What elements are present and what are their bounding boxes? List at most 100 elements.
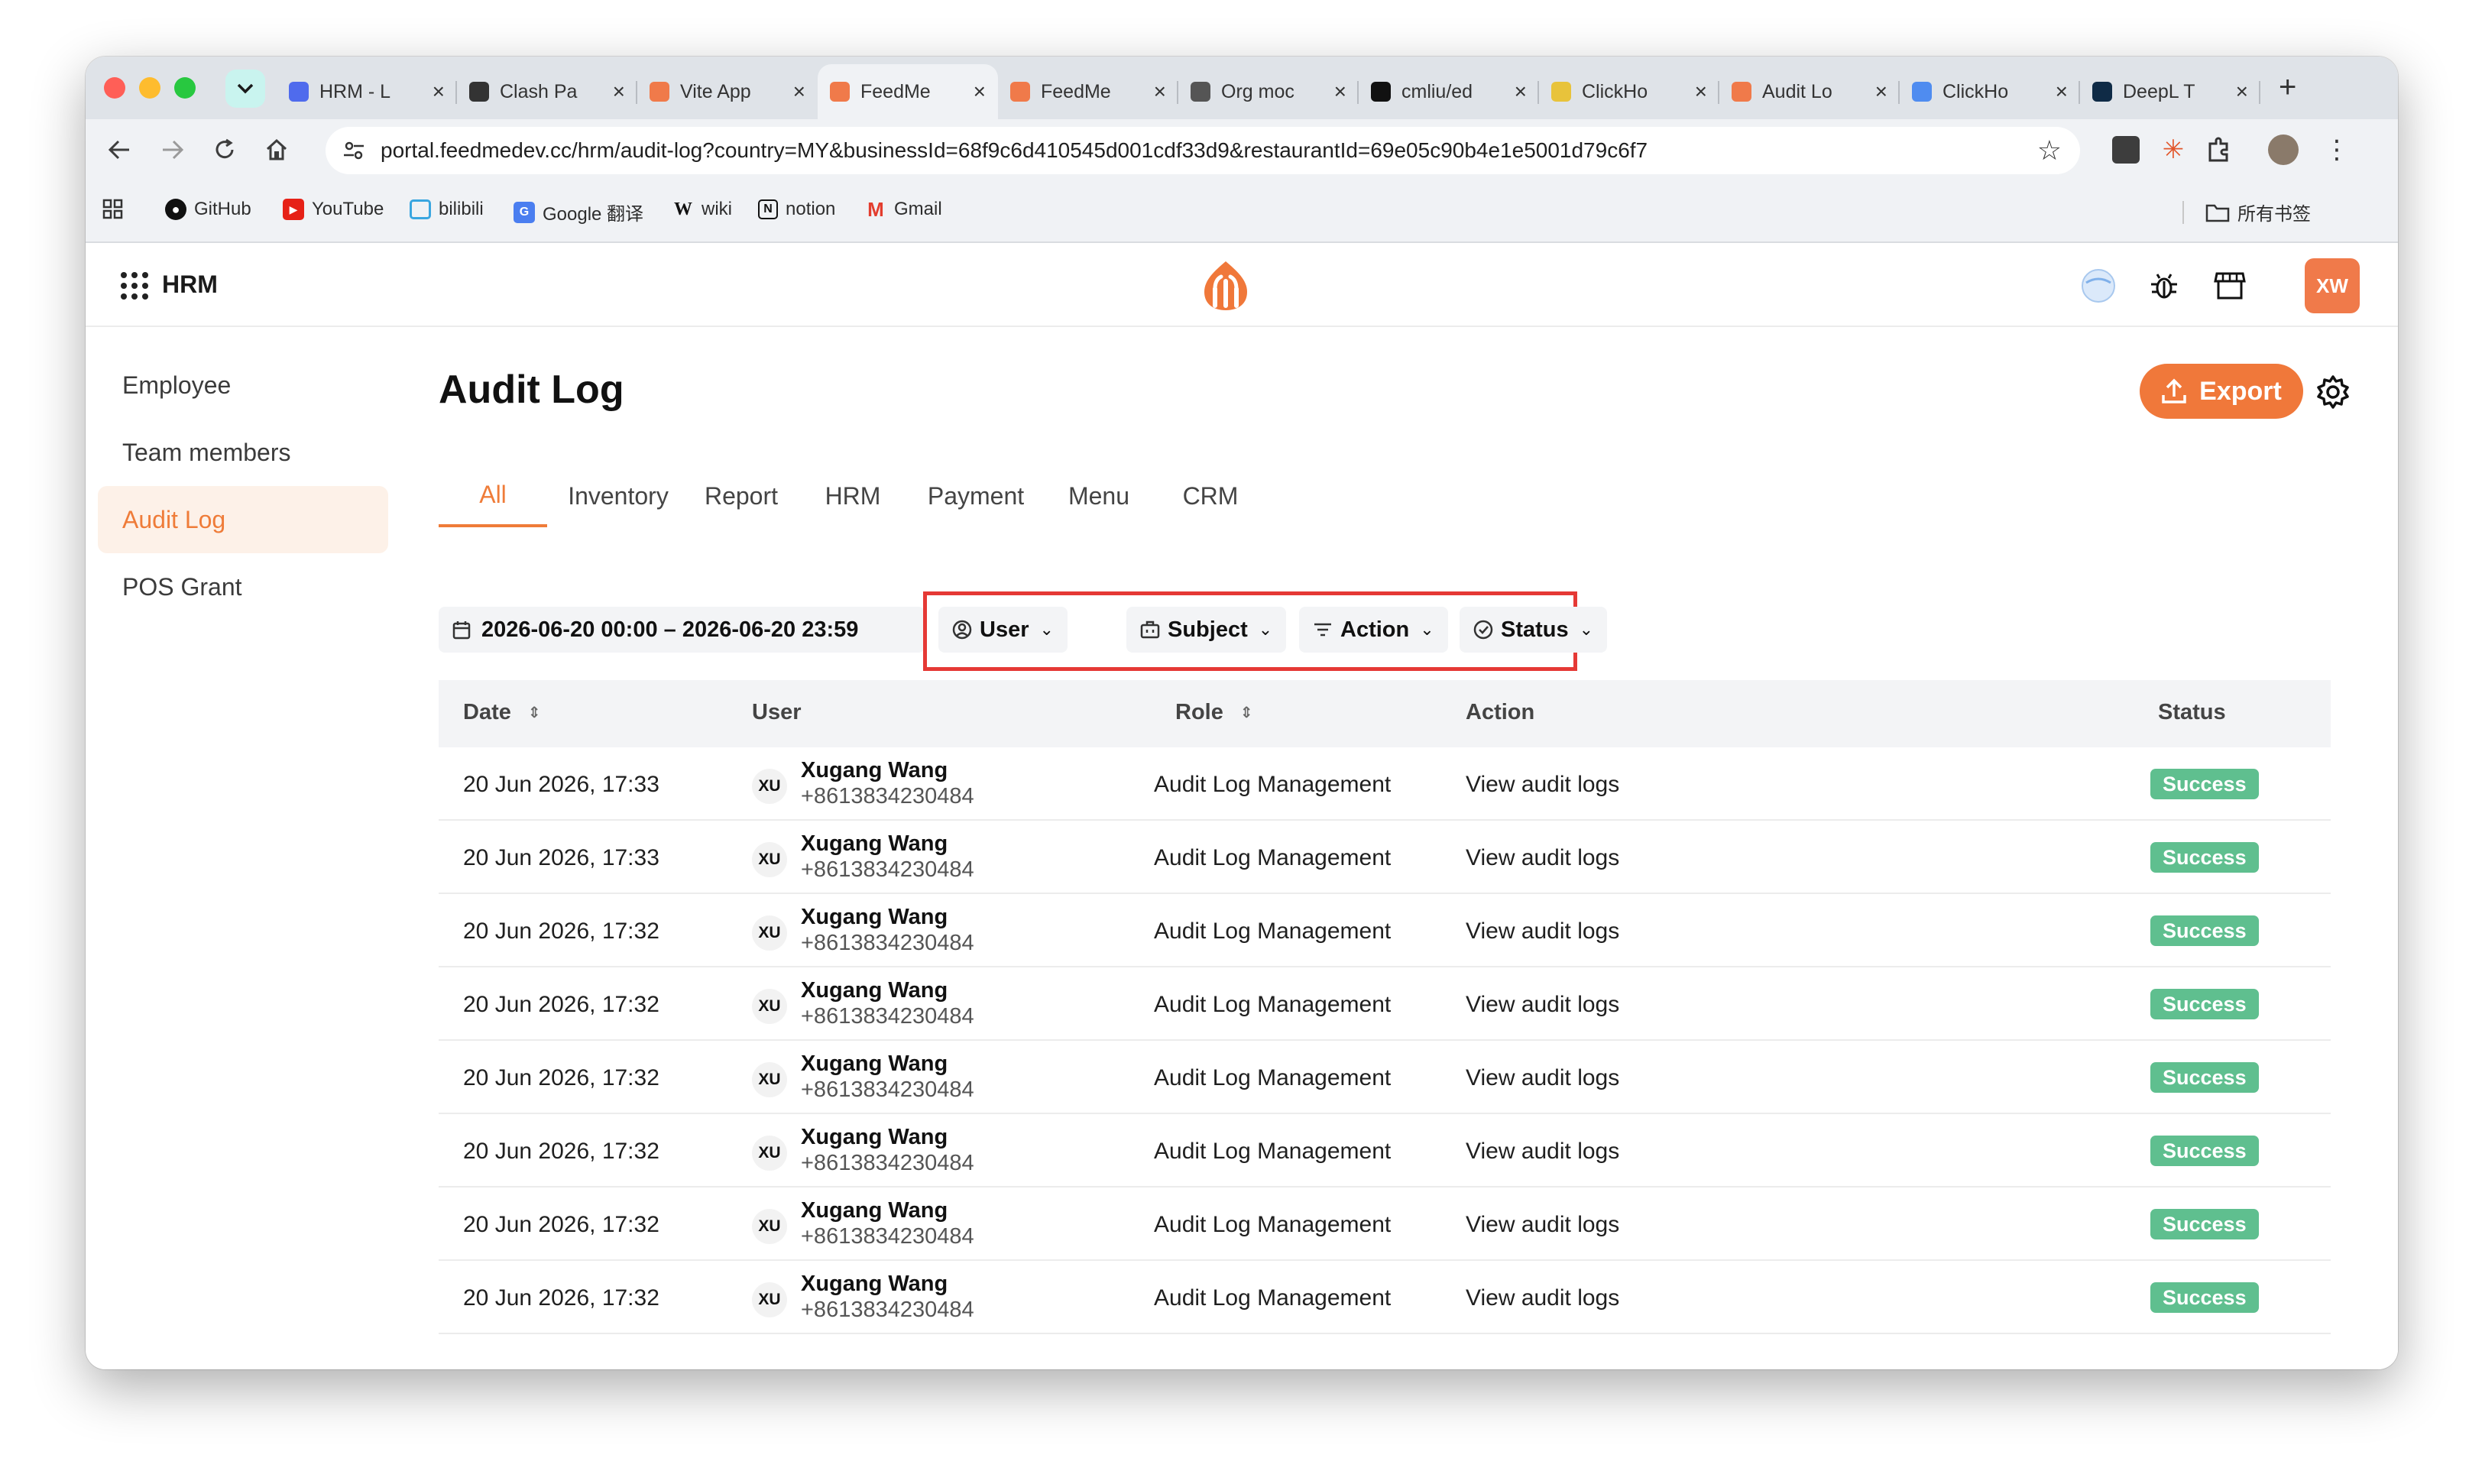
close-tab-icon[interactable]: × bbox=[613, 79, 625, 104]
tab-inventory[interactable]: Inventory bbox=[555, 465, 682, 527]
back-arrow-icon[interactable] bbox=[102, 133, 136, 167]
bookmark-youtube[interactable]: ▶ YouTube bbox=[283, 199, 384, 220]
status-badge: Success bbox=[2150, 989, 2259, 1019]
user-filter-label: User bbox=[980, 617, 1029, 642]
more-menu-icon[interactable]: ⋮ bbox=[2323, 136, 2351, 164]
table-row[interactable]: 20 Jun 2026, 17:32 XU Xugang Wang +86138342… bbox=[439, 1188, 2331, 1261]
table-row[interactable]: 20 Jun 2026, 17:32 XU Xugang Wang +86138342… bbox=[439, 1041, 2331, 1114]
row-user-name: Xugang Wang bbox=[801, 978, 948, 1003]
gear-icon[interactable] bbox=[2315, 374, 2351, 410]
close-tab-icon[interactable]: × bbox=[433, 79, 445, 104]
sidebar-item-pos-grant[interactable]: POS Grant bbox=[98, 553, 388, 620]
browser-tab[interactable]: FeedMe × bbox=[998, 64, 1178, 119]
sidebar-item-employee[interactable]: Employee bbox=[98, 352, 388, 419]
column-role[interactable]: Role ⇕ bbox=[1175, 700, 1253, 725]
browser-tab[interactable]: Audit Lo × bbox=[1719, 64, 1900, 119]
extension-icon[interactable] bbox=[2112, 136, 2140, 164]
close-tab-icon[interactable]: × bbox=[1515, 79, 1527, 104]
bug-icon[interactable] bbox=[2144, 266, 2184, 306]
table-row[interactable]: 20 Jun 2026, 17:32 XU Xugang Wang +86138342… bbox=[439, 1261, 2331, 1334]
row-user-phone: +8613834230484 bbox=[801, 784, 974, 808]
tab-favicon-icon bbox=[469, 82, 489, 102]
close-tab-icon[interactable]: × bbox=[1875, 79, 1887, 104]
bookmark-notion[interactable]: Nnotion bbox=[758, 199, 835, 220]
app-launcher-icon[interactable] bbox=[121, 272, 148, 300]
close-tab-icon[interactable]: × bbox=[1334, 79, 1346, 104]
tab-favicon-icon bbox=[1551, 82, 1571, 102]
bookmark-wiki[interactable]: Wwiki bbox=[672, 199, 732, 220]
url-text[interactable]: portal.feedmedev.cc/hrm/audit-log?countr… bbox=[381, 138, 1648, 163]
all-bookmarks[interactable]: 所有书签 bbox=[2182, 199, 2311, 225]
reload-icon[interactable] bbox=[208, 133, 241, 167]
apps-grid-icon[interactable] bbox=[102, 199, 124, 220]
site-info-icon[interactable] bbox=[341, 138, 367, 164]
sparkle-extension-icon[interactable]: ✳ bbox=[2160, 136, 2187, 164]
row-date: 20 Jun 2026, 17:33 bbox=[463, 845, 659, 870]
table-row[interactable]: 20 Jun 2026, 17:32 XU Xugang Wang +86138342… bbox=[439, 894, 2331, 967]
browser-tab[interactable]: HRM - L × bbox=[277, 64, 457, 119]
minimize-window-button[interactable] bbox=[139, 77, 160, 99]
sidebar-item-audit-log[interactable]: Audit Log bbox=[98, 486, 388, 553]
close-tab-icon[interactable]: × bbox=[1695, 79, 1707, 104]
action-filter[interactable]: Action ⌄ bbox=[1299, 607, 1448, 653]
close-tab-icon[interactable]: × bbox=[974, 79, 986, 104]
tab-menu[interactable]: Menu bbox=[1047, 465, 1151, 527]
status-badge: Success bbox=[2150, 915, 2259, 946]
browser-tab[interactable]: ClickHo × bbox=[1539, 64, 1719, 119]
status-filter[interactable]: Status ⌄ bbox=[1460, 607, 1608, 653]
table-row[interactable]: 20 Jun 2026, 17:32 XU Xugang Wang +86138342… bbox=[439, 967, 2331, 1041]
table-row[interactable]: 20 Jun 2026, 17:32 XU Xugang Wang +86138342… bbox=[439, 1114, 2331, 1188]
sort-icon[interactable]: ⇕ bbox=[528, 703, 541, 722]
bookmark-label: wiki bbox=[702, 199, 732, 219]
address-bar[interactable]: portal.feedmedev.cc/hrm/audit-log?countr… bbox=[326, 127, 2080, 174]
tab-crm[interactable]: CRM bbox=[1158, 465, 1262, 527]
browser-tab[interactable]: ClickHo × bbox=[1900, 64, 2080, 119]
profile-avatar[interactable] bbox=[2268, 134, 2299, 165]
browser-tab[interactable]: DeepL T × bbox=[2080, 64, 2260, 119]
bookmark-bilibili[interactable]: bilibili bbox=[410, 199, 484, 220]
export-button[interactable]: Export bbox=[2140, 364, 2303, 419]
browser-tab[interactable]: cmliu/ed × bbox=[1359, 64, 1539, 119]
subject-filter[interactable]: Subject ⌄ bbox=[1126, 607, 1287, 653]
tab-all[interactable]: All bbox=[439, 465, 547, 527]
bookmark-star-icon[interactable]: ☆ bbox=[2037, 134, 2062, 167]
column-date[interactable]: Date ⇕ bbox=[463, 700, 541, 725]
bookmarks-bar: ● GitHub ▶ YouTube bilibili G Google 翻译 Wwi… bbox=[86, 182, 2398, 243]
bookmark-gmail[interactable]: M Gmail bbox=[865, 198, 942, 221]
tab-report[interactable]: Report bbox=[689, 465, 793, 527]
browser-tab[interactable]: Vite App × bbox=[637, 64, 818, 119]
forward-arrow-icon[interactable] bbox=[156, 133, 190, 167]
table-row[interactable]: 20 Jun 2026, 17:33 XU Xugang Wang +86138342… bbox=[439, 747, 2331, 821]
sidebar-item-team-members[interactable]: Team members bbox=[98, 419, 388, 486]
close-tab-icon[interactable]: × bbox=[2236, 79, 2248, 104]
close-tab-icon[interactable]: × bbox=[1154, 79, 1166, 104]
row-user-name: Xugang Wang bbox=[801, 758, 948, 783]
bilibili-icon bbox=[410, 199, 431, 219]
close-tab-icon[interactable]: × bbox=[2056, 79, 2068, 104]
status-badge: Success bbox=[2150, 769, 2259, 799]
browser-tab[interactable]: Org moc × bbox=[1178, 64, 1359, 119]
tab-favicon-icon bbox=[289, 82, 309, 102]
globe-icon[interactable] bbox=[2079, 266, 2118, 306]
browser-tab[interactable]: Clash Pa × bbox=[457, 64, 637, 119]
puzzle-extensions-icon[interactable] bbox=[2205, 136, 2233, 164]
tab-hrm[interactable]: HRM bbox=[801, 465, 905, 527]
user-avatar[interactable]: XW bbox=[2305, 258, 2360, 313]
tab-payment[interactable]: Payment bbox=[912, 465, 1039, 527]
bookmark-github[interactable]: ● GitHub bbox=[165, 199, 251, 220]
user-filter[interactable]: User ⌄ bbox=[938, 607, 1068, 653]
new-tab-button[interactable]: + bbox=[2279, 70, 2296, 105]
close-window-button[interactable] bbox=[104, 77, 125, 99]
store-icon[interactable] bbox=[2210, 266, 2250, 306]
column-action: Action bbox=[1466, 700, 1535, 724]
home-icon[interactable] bbox=[260, 133, 293, 167]
maximize-window-button[interactable] bbox=[174, 77, 196, 99]
browser-tab-active[interactable]: FeedMe × bbox=[818, 64, 998, 119]
close-tab-icon[interactable]: × bbox=[793, 79, 805, 104]
date-range-picker[interactable]: 2026-06-20 00:00 – 2026-06-20 23:59 bbox=[439, 607, 925, 653]
tab-title: ClickHo bbox=[1943, 80, 2009, 102]
sort-icon[interactable]: ⇕ bbox=[1240, 703, 1253, 722]
tab-search-button[interactable] bbox=[225, 70, 265, 108]
bookmark-google-translate[interactable]: G Google 翻译 bbox=[514, 199, 643, 225]
table-row[interactable]: 20 Jun 2026, 17:33 XU Xugang Wang +86138342… bbox=[439, 821, 2331, 894]
